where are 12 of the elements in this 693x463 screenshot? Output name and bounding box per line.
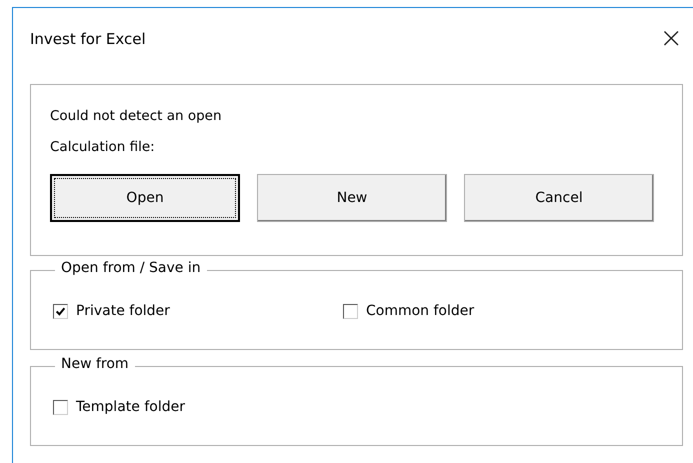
window-title: Invest for Excel xyxy=(30,30,146,48)
checkbox-option[interactable]: Common folder xyxy=(343,303,633,319)
checkbox-option[interactable]: Private folder xyxy=(53,303,343,319)
message-text: Calculation file: xyxy=(50,138,156,157)
dialog-button[interactable]: Cancel xyxy=(464,174,654,222)
group-legend: Open from / Save in xyxy=(55,260,207,276)
checkbox-option[interactable]: Template folder xyxy=(53,399,343,415)
dialog-button[interactable]: New xyxy=(257,174,447,222)
checkmark-icon xyxy=(55,306,66,316)
message-text: Could not detect an open xyxy=(50,107,223,126)
close-button[interactable]: × xyxy=(658,24,685,52)
dialog-button[interactable]: Open xyxy=(50,174,240,222)
